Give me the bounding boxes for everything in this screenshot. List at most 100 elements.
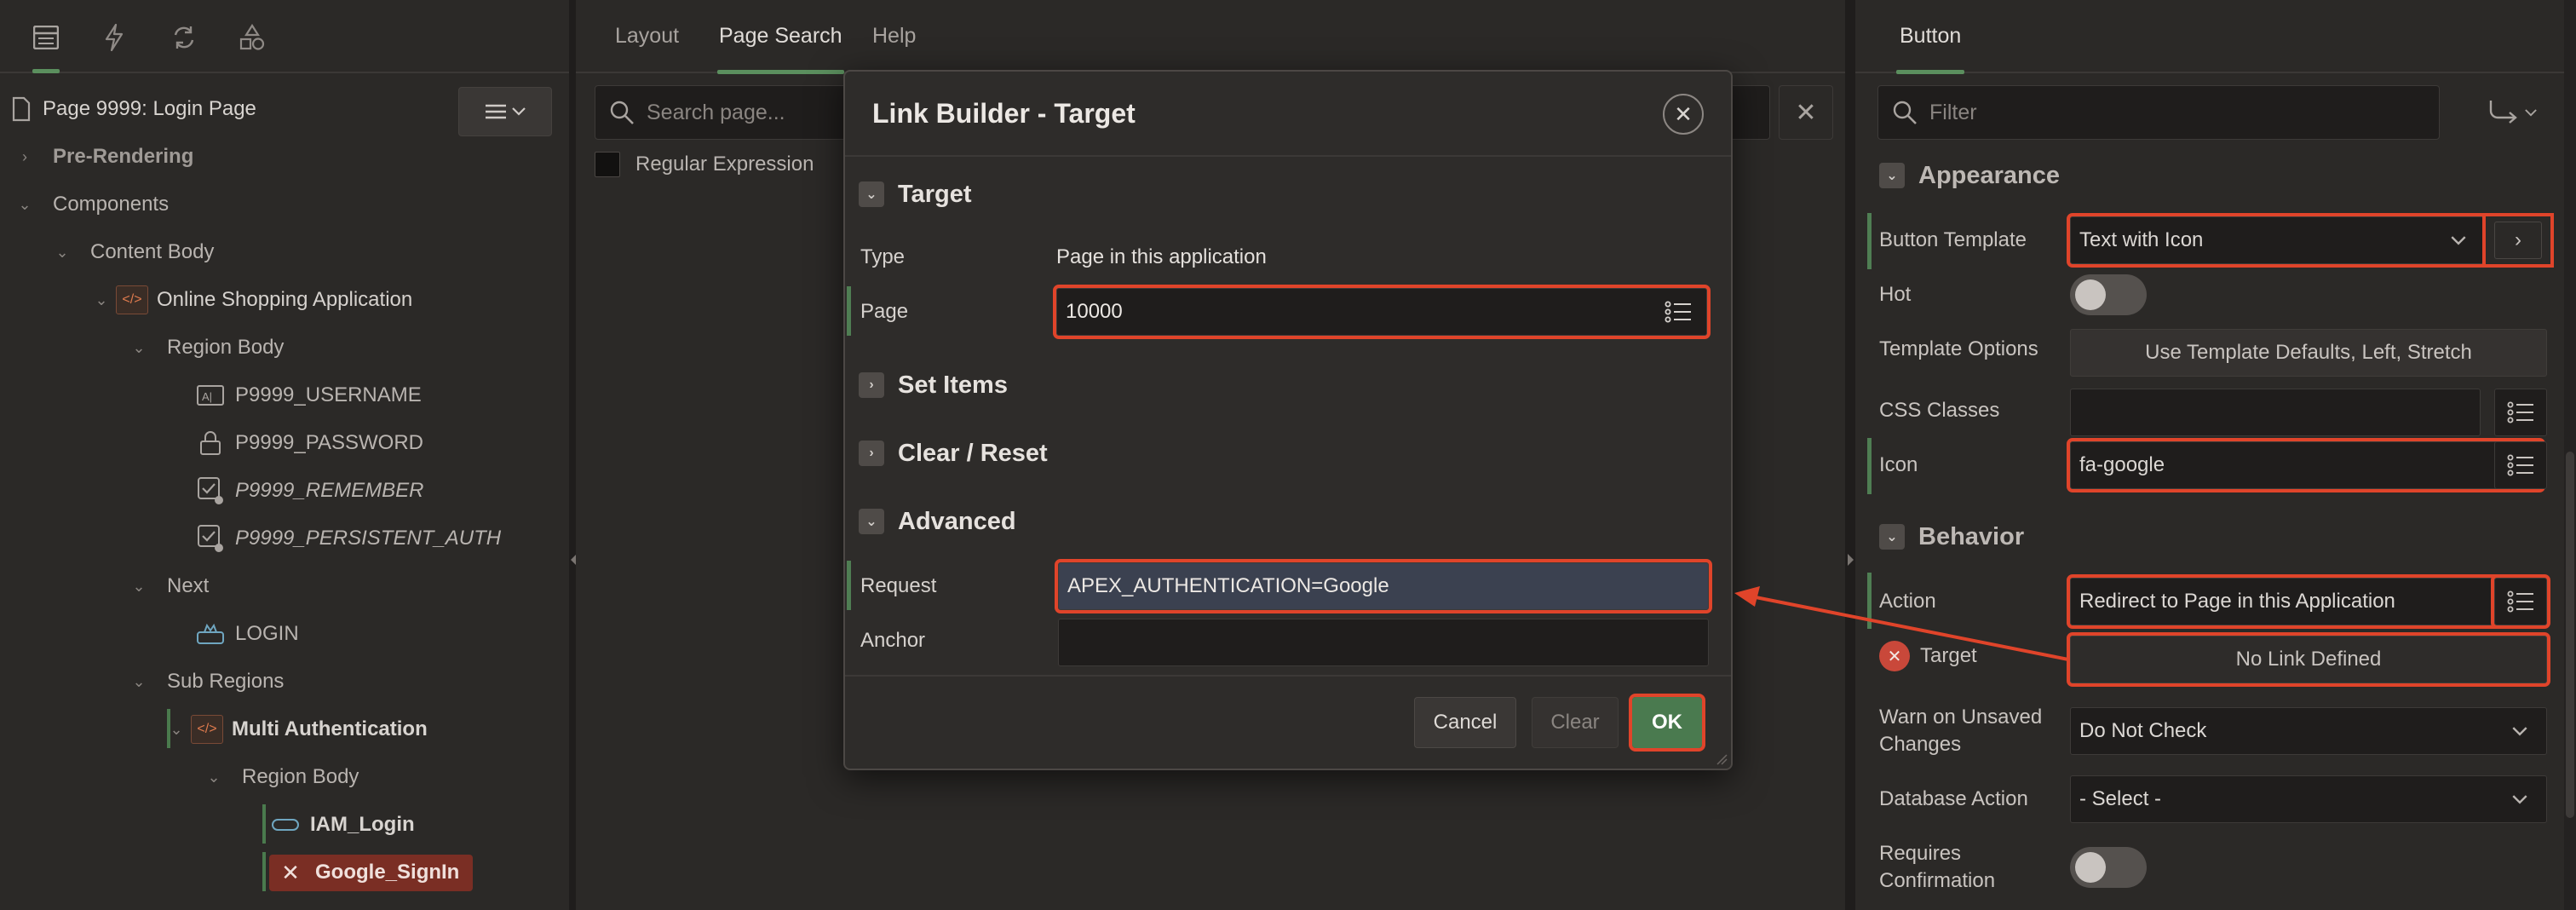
tab-layout[interactable]: Layout	[615, 24, 679, 49]
tree-node[interactable]: ⌄ Region Body	[129, 325, 284, 370]
icon-value: fa-google	[2079, 453, 2165, 476]
anchor-input[interactable]	[1058, 619, 1709, 666]
hamburger-icon	[486, 104, 506, 119]
dialog-header: Link Builder - Target ✕	[845, 72, 1731, 157]
button-template-select[interactable]: Text with Icon	[2067, 213, 2487, 268]
chevron-down-icon	[2512, 726, 2527, 736]
type-value: Page in this application	[1056, 245, 1267, 268]
search-placeholder: Search page...	[647, 100, 785, 124]
section-title: Appearance	[1918, 161, 2061, 189]
rendering-tab-icon[interactable]	[27, 19, 65, 73]
tree-node[interactable]: › Pre-Rendering	[15, 135, 193, 179]
right-splitter[interactable]	[1845, 0, 1855, 910]
page-label: Page	[860, 300, 909, 323]
db-action-select[interactable]: - Select -	[2070, 775, 2547, 823]
clear-button[interactable]: Clear	[1532, 697, 1619, 748]
template-options-button[interactable]: Use Template Defaults, Left, Stretch	[2070, 329, 2547, 377]
css-classes-list-button[interactable]	[2494, 389, 2547, 436]
tree-node[interactable]: P9999_REMEMBER	[194, 469, 423, 513]
modified-marker	[847, 286, 851, 336]
tab-help[interactable]: Help	[872, 24, 916, 49]
dynamic-actions-tab-icon[interactable]	[95, 19, 133, 56]
target-section-header[interactable]: ⌄ Target	[859, 174, 971, 215]
tree-node[interactable]: ⌄ Components	[15, 182, 169, 227]
resize-handle-icon[interactable]	[1714, 752, 1728, 765]
section-title: Clear / Reset	[898, 439, 1048, 467]
dialog-close-button[interactable]: ✕	[1663, 94, 1704, 135]
chevron-down-icon: ⌄	[859, 509, 884, 534]
tree-node[interactable]: ⌄ Region Body	[204, 755, 359, 799]
chevron-down-icon: ⌄	[132, 672, 146, 690]
scrollbar-thumb[interactable]	[2566, 452, 2574, 818]
chevron-down-icon	[2512, 794, 2527, 804]
icon-input[interactable]: fa-google	[2067, 438, 2545, 492]
tree-node[interactable]: A| P9999_USERNAME	[194, 373, 422, 418]
tree-node-selected[interactable]: ✕ Google_SignIn	[269, 850, 474, 895]
cancel-button[interactable]: Cancel	[1414, 697, 1516, 748]
tree-menu-button[interactable]	[458, 87, 552, 136]
page-input[interactable]: 10000	[1053, 285, 1711, 339]
code-region-icon: </>	[191, 715, 223, 744]
page-list-button[interactable]	[1653, 291, 1704, 333]
clear-search-button[interactable]: ✕	[1779, 85, 1833, 140]
tree-node[interactable]: P9999_PASSWORD	[194, 421, 423, 465]
advanced-section-header[interactable]: ⌄ Advanced	[859, 501, 1016, 542]
tree-node[interactable]: ⌄ Content Body	[53, 230, 214, 274]
db-action-label: Database Action	[1879, 787, 2028, 810]
hot-toggle[interactable]	[2070, 274, 2147, 315]
tree-node[interactable]: P9999_PERSISTENT_AUTH	[194, 516, 501, 561]
page-icon	[12, 96, 31, 122]
dialog-title: Link Builder - Target	[872, 97, 1136, 129]
tab-page-search[interactable]: Page Search	[717, 24, 844, 74]
ok-button[interactable]: OK	[1629, 694, 1705, 752]
right-tabs: Button	[1855, 0, 2576, 74]
checkbox-icon	[194, 476, 227, 505]
icon-picker-button[interactable]	[2494, 441, 2547, 489]
error-x-icon: ✕	[281, 859, 300, 885]
requires-confirmation-toggle[interactable]	[2070, 847, 2147, 888]
section-title: Target	[898, 180, 972, 208]
requires-confirmation-label: Requires Confirmation	[1879, 842, 1996, 892]
tree-node-label: IAM_Login	[310, 813, 415, 836]
go-to-group-button[interactable]	[2482, 95, 2542, 130]
regex-checkbox[interactable]	[595, 152, 620, 177]
processing-tab-icon[interactable]	[165, 19, 203, 56]
target-link-button[interactable]: No Link Defined	[2067, 632, 2550, 687]
filter-input[interactable]: Filter	[1877, 85, 2440, 140]
property-scrollbar[interactable]	[2564, 0, 2576, 910]
tree-node[interactable]: ⌄ Sub Regions	[129, 659, 284, 704]
list-icon	[2507, 590, 2533, 613]
template-goto-button[interactable]: ›	[2482, 213, 2554, 268]
tree-node[interactable]: ⌄ </> Online Shopping Application	[92, 278, 412, 322]
section-title: Advanced	[898, 507, 1016, 535]
chevron-down-icon: ⌄	[95, 291, 108, 308]
tree-node-label: Region Body	[242, 765, 359, 788]
shared-components-tab-icon[interactable]	[233, 19, 271, 56]
tree-node[interactable]: LOGIN	[194, 612, 299, 656]
css-classes-input[interactable]	[2070, 389, 2481, 436]
tab-button[interactable]: Button	[1895, 24, 1965, 74]
appearance-section-header[interactable]: ⌄ Appearance	[1879, 157, 2060, 194]
rendering-tree-pane: Page 9999: Login Page › Pre-Rendering ⌄ …	[0, 0, 569, 910]
tree-node[interactable]: ⌄ Next	[129, 564, 209, 608]
selected-node[interactable]: ✕ Google_SignIn	[269, 854, 474, 891]
search-icon	[610, 101, 634, 124]
warn-select[interactable]: Do Not Check	[2070, 707, 2547, 755]
action-select[interactable]: Redirect to Page in this Application	[2067, 574, 2545, 629]
tree-node[interactable]: ⌄ </> Multi Authentication	[167, 707, 428, 752]
warn-label: Warn on Unsaved Changes	[1879, 706, 2043, 756]
action-list-button[interactable]	[2491, 574, 2550, 629]
tree-node-label: Sub Regions	[167, 670, 285, 693]
modified-marker	[1867, 438, 1872, 494]
request-input[interactable]: APEX_AUTHENTICATION=Google	[1055, 559, 1712, 613]
tree-node[interactable]: IAM_Login	[269, 803, 415, 847]
close-icon: ✕	[1674, 101, 1693, 127]
tree-guide-line	[262, 852, 266, 891]
set-items-section-header[interactable]: › Set Items	[859, 365, 1008, 406]
tree-node-label: Content Body	[90, 240, 215, 263]
tree-guide-line	[262, 804, 266, 844]
chevron-down-icon: ⌄	[55, 243, 69, 261]
regex-option[interactable]: Regular Expression	[595, 152, 814, 177]
behavior-section-header[interactable]: ⌄ Behavior	[1879, 518, 2024, 556]
clear-reset-section-header[interactable]: › Clear / Reset	[859, 433, 1048, 474]
